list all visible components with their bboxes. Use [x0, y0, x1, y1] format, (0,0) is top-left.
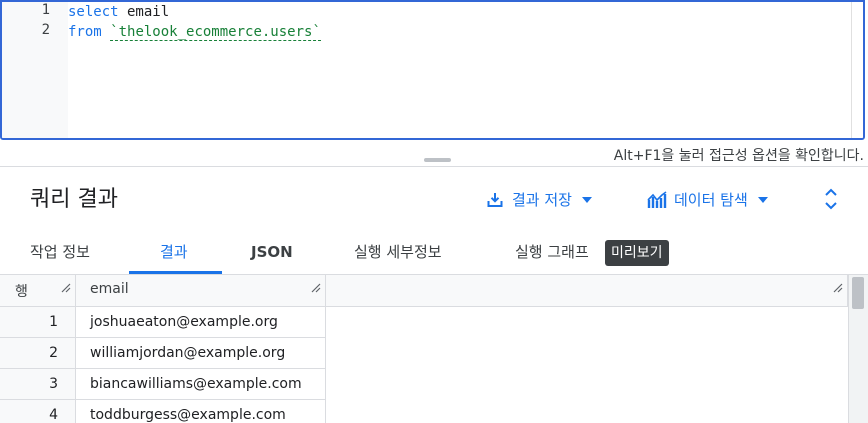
email-cell[interactable]: toddburgess@example.com — [76, 400, 326, 423]
preview-badge: 미리보기 — [605, 240, 669, 266]
table-row: 2 williamjordan@example.org — [0, 338, 326, 369]
line-number-gutter: 1 2 — [2, 2, 68, 138]
tab-results[interactable]: 결과 — [160, 231, 188, 273]
column-header-label: email — [90, 281, 129, 297]
keyword-from: from — [68, 24, 102, 40]
explore-data-button[interactable]: 데이터 탐색 — [647, 189, 768, 210]
editor-scrollbar[interactable] — [851, 2, 863, 138]
active-tab-indicator — [129, 271, 222, 274]
save-results-label: 결과 저장 — [512, 191, 572, 209]
chart-icon — [647, 190, 667, 209]
results-title: 쿼리 결과 — [30, 187, 118, 212]
email-cell[interactable]: williamjordan@example.org — [76, 338, 326, 368]
scrollbar-thumb[interactable] — [852, 277, 864, 309]
sql-editor[interactable]: 1 2 select email from `thelook_ecommerce… — [0, 0, 865, 140]
column-header-email[interactable]: email — [76, 275, 326, 307]
tab-job-info[interactable]: 작업 정보 — [30, 231, 90, 273]
keyword-select: select — [68, 4, 119, 20]
accessibility-hint: Alt+F1을 눌러 접근성 옵션을 확인합니다. — [613, 148, 864, 164]
line-number: 2 — [41, 22, 50, 38]
tab-json[interactable]: JSON — [251, 231, 293, 273]
row-number-header: 행 — [0, 275, 76, 307]
expand-collapse-button[interactable] — [822, 185, 840, 213]
column-resize-icon[interactable] — [833, 281, 843, 293]
email-cell[interactable]: joshuaeaton@example.org — [76, 307, 326, 337]
results-scrollbar[interactable] — [848, 275, 868, 423]
table-reference[interactable]: `thelook_ecommerce.users` — [110, 24, 321, 41]
pane-resize-handle[interactable] — [424, 158, 451, 162]
row-number: 4 — [0, 400, 76, 423]
download-icon — [486, 191, 504, 209]
caret-down-icon — [757, 196, 768, 203]
email-cell[interactable]: biancawilliams@example.com — [76, 369, 326, 399]
row-number: 2 — [0, 338, 76, 368]
expand-collapse-icon — [822, 188, 840, 217]
row-number: 3 — [0, 369, 76, 399]
empty-header-filler — [326, 275, 848, 307]
results-tabs: 작업 정보 결과 JSON 실행 세부정보 실행 그래프 — [0, 231, 868, 275]
tab-execution-details[interactable]: 실행 세부정보 — [354, 231, 442, 273]
table-row: 3 biancawilliams@example.com — [0, 369, 326, 400]
code-line[interactable]: select email — [68, 2, 169, 22]
column-resize-icon[interactable] — [61, 281, 71, 293]
query-results-panel: 쿼리 결과 결과 저장 데이터 탐색 작업 정보 결과 JSON 실행 세부정보… — [0, 166, 868, 423]
table-row: 1 joshuaeaton@example.org — [0, 307, 326, 338]
row-header-label: 행 — [15, 284, 28, 300]
explore-data-label: 데이터 탐색 — [674, 191, 748, 209]
tab-execution-graph[interactable]: 실행 그래프 — [515, 231, 589, 273]
bigquery-console: 1 2 select email from `thelook_ecommerce… — [0, 0, 868, 423]
caret-down-icon — [581, 196, 592, 203]
results-table: 행 email 1 joshuaeaton@example.org 2 will… — [0, 275, 848, 423]
line-number: 1 — [41, 2, 50, 18]
code-text: email — [118, 4, 170, 20]
column-resize-icon[interactable] — [311, 281, 321, 293]
row-number: 1 — [0, 307, 76, 337]
code-line[interactable]: from `thelook_ecommerce.users` — [68, 22, 321, 42]
save-results-button[interactable]: 결과 저장 — [486, 189, 592, 210]
table-row: 4 toddburgess@example.com — [0, 400, 326, 423]
